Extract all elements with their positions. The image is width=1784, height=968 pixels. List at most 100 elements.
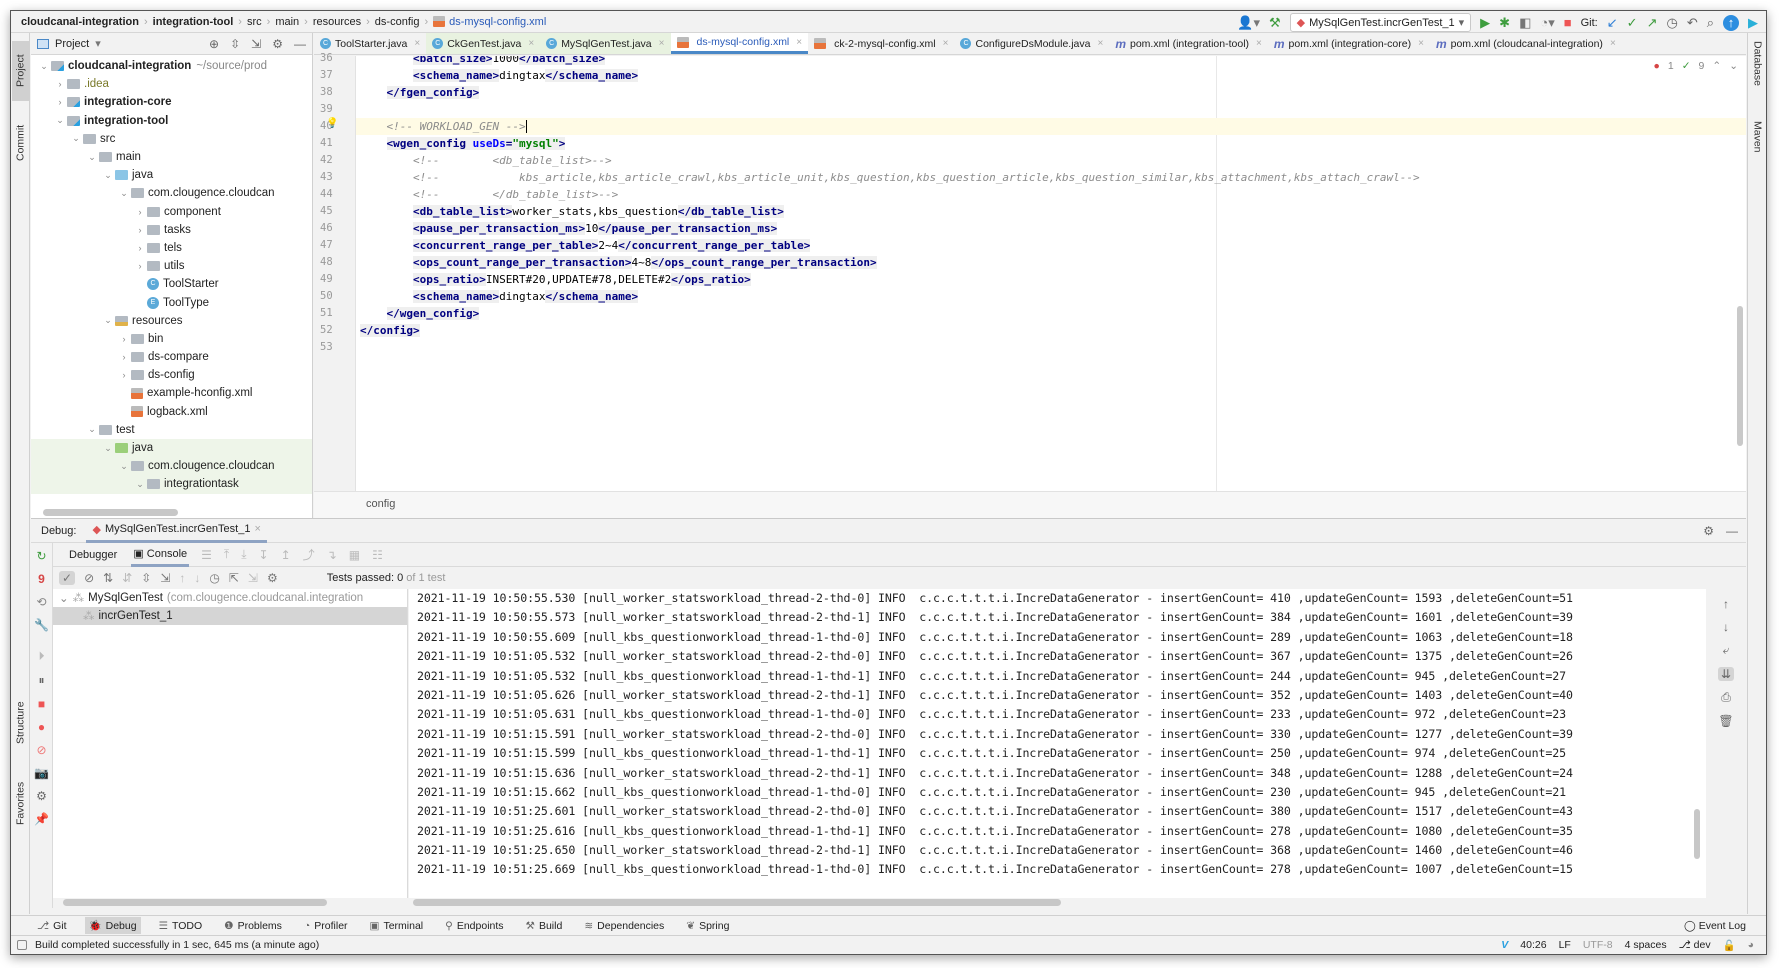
build-hammer-icon[interactable]: ⚒ [1269, 15, 1281, 31]
import-tests-icon[interactable]: ⇱ [229, 571, 239, 585]
tree-node[interactable]: ⌄ main [31, 148, 312, 166]
tree-node[interactable]: ⌄ integration-tool [31, 112, 312, 130]
trash-icon[interactable]: 🗑 [1718, 714, 1733, 728]
project-view-select[interactable]: Project [55, 38, 89, 50]
horizontal-scrollbar[interactable] [43, 509, 178, 516]
editor-tab[interactable]: C CkGenTest.java × [426, 33, 541, 54]
tree-node[interactable]: example-hconfig.xml [31, 384, 312, 402]
show-passed-icon[interactable]: ✓ [59, 571, 76, 585]
code-line[interactable]: <db_table_list>worker_stats,kbs_question… [356, 203, 1746, 220]
code-line[interactable]: </wgen_config> [356, 305, 1746, 322]
tree-node[interactable]: › ds-config [31, 366, 312, 384]
wrench-icon[interactable]: 🔧 [34, 618, 49, 632]
previous-failed-icon[interactable]: ↑ [179, 571, 185, 585]
tool-window-dependencies[interactable]: ≋ Dependencies [580, 918, 668, 934]
run-to-cursor-icon[interactable]: ↴ [327, 548, 337, 562]
editor-tab[interactable]: m pom.xml (integration-tool) × [1109, 33, 1268, 54]
scroll-up-icon[interactable]: ↑ [1723, 597, 1729, 611]
tree-node[interactable]: C ToolStarter [31, 275, 312, 293]
test-settings-icon[interactable]: ⚙ [267, 571, 278, 585]
inspector-icon[interactable]: ◕ [1748, 939, 1754, 951]
user-icon[interactable]: 👤▾ [1237, 15, 1260, 31]
tool-window-endpoints[interactable]: ⚲ Endpoints [441, 918, 507, 934]
show-ignored-icon[interactable]: ⊘ [84, 571, 94, 585]
step-into-icon[interactable]: ↧ [259, 548, 269, 562]
close-icon[interactable]: × [1256, 38, 1262, 49]
tree-node[interactable]: ⌄ cloudcanal-integration ~/source/prod [31, 57, 312, 75]
show-execution-point-icon[interactable]: ⤒ [224, 547, 229, 562]
tree-node[interactable]: › utils [31, 257, 312, 275]
view-breakpoints-icon[interactable]: ● [38, 720, 45, 734]
run-configuration-select[interactable]: ◆ MySqlGenTest.incrGenTest_1 ▾ [1289, 13, 1472, 32]
code-line[interactable]: <schema_name>dingtax</schema_name> [356, 288, 1746, 305]
test-history-icon[interactable]: ◷ [209, 571, 219, 585]
tool-window-terminal[interactable]: ▣ Terminal [366, 918, 428, 934]
gear-icon[interactable]: ⚙ [272, 37, 283, 51]
close-icon[interactable]: × [1610, 38, 1616, 49]
scroll-to-end-icon[interactable]: ⇊ [1717, 667, 1735, 681]
tree-node[interactable]: › tasks [31, 221, 312, 239]
structure-tool-tab[interactable]: Structure [12, 688, 29, 758]
commit-tool-tab[interactable]: Commit [12, 113, 29, 173]
chevron-right-icon[interactable]: › [133, 225, 147, 235]
debug-icon[interactable]: ✱ [1499, 15, 1510, 31]
tool-window-todo[interactable]: ☰ TODO [155, 918, 207, 934]
chevron-down-icon[interactable]: ⌄ [85, 152, 99, 163]
tree-node[interactable]: logback.xml [31, 403, 312, 421]
toggle-auto-test-icon[interactable]: ⟲ [36, 595, 46, 609]
chevron-right-icon[interactable]: › [133, 261, 147, 271]
git-update-icon[interactable]: ↙ [1607, 15, 1618, 31]
breadcrumb-item[interactable]: resources [313, 16, 361, 28]
editor-tab[interactable]: ck-2-mysql-config.xml × [808, 33, 954, 54]
tab-console[interactable]: ▣ Console [131, 543, 190, 567]
git-push-icon[interactable]: ↗ [1647, 15, 1658, 31]
stop-icon[interactable]: ■ [1564, 15, 1572, 31]
layout-icon[interactable]: ☰ [201, 548, 212, 562]
chevron-down-icon[interactable]: ⌄ [69, 133, 83, 144]
code-line[interactable]: <!-- </db_table_list>--> [356, 186, 1746, 203]
export-tests-icon[interactable]: ⇲ [248, 571, 258, 585]
expand-all-icon[interactable]: ⇳ [230, 37, 240, 51]
chevron-down-icon[interactable]: ⌄ [117, 188, 131, 199]
trace-icon[interactable]: ☷ [372, 548, 383, 562]
file-encoding[interactable]: UTF-8 [1583, 939, 1613, 951]
test-node[interactable]: ⁂ incrGenTest_1 [53, 607, 407, 625]
maven-tool-tab[interactable]: Maven [1749, 121, 1766, 181]
tree-node[interactable]: › tels [31, 239, 312, 257]
tree-node[interactable]: ⌄ src [31, 130, 312, 148]
hide-icon[interactable]: — [294, 37, 306, 51]
console-horizontal-scrollbar[interactable] [413, 899, 1061, 906]
tool-window-problems[interactable]: ❶ Problems [220, 918, 286, 934]
console-vertical-scrollbar[interactable] [1694, 809, 1700, 859]
next-failed-icon[interactable]: ↓ [194, 571, 200, 585]
expand-all-icon[interactable]: ⇳ [141, 571, 151, 585]
camera-icon[interactable]: 📷 [34, 766, 49, 780]
step-out-icon[interactable]: ↥ [281, 548, 291, 562]
project-tool-tab[interactable]: Project [12, 41, 29, 101]
profiler-icon[interactable]: ◔▾ [1540, 15, 1554, 31]
tree-node[interactable]: ⌄ java [31, 438, 312, 458]
chevron-down-icon[interactable]: ⌄ [37, 61, 51, 72]
code-line[interactable]: <ops_ratio>INSERT#20,UPDATE#78,DELETE#2<… [356, 271, 1746, 288]
chevron-right-icon[interactable]: › [117, 370, 131, 380]
locate-icon[interactable]: ⊕ [209, 37, 219, 51]
sort-duration-icon[interactable]: ⇵ [122, 571, 132, 585]
lock-icon[interactable]: 🔓 [1723, 939, 1736, 952]
code-line[interactable]: <ops_count_range_per_transaction>4~8</op… [356, 254, 1746, 271]
tool-window-profiler[interactable]: ◔ Profiler [300, 918, 352, 934]
chevron-right-icon[interactable]: › [53, 97, 67, 107]
tab-debugger[interactable]: Debugger [67, 545, 119, 565]
code-line[interactable]: <!-- kbs_article,kbs_article_crawl,kbs_a… [356, 169, 1746, 186]
close-icon[interactable]: × [943, 38, 949, 49]
console-output[interactable]: 2021-11-19 10:50:55.530 [null_worker_sta… [409, 589, 1706, 898]
hide-icon[interactable]: — [1726, 524, 1738, 538]
pin-icon[interactable]: 📌 [34, 812, 49, 826]
line-separator[interactable]: LF [1559, 939, 1571, 951]
tree-node[interactable]: E ToolType [31, 293, 312, 311]
editor-tab[interactable]: m pom.xml (cloudcanal-integration) × [1430, 33, 1622, 54]
tool-window-spring[interactable]: ❦ Spring [682, 918, 733, 934]
settings-icon[interactable]: ⚙ [36, 789, 47, 803]
tree-node[interactable]: › ds-compare [31, 348, 312, 366]
code-line[interactable]: <schema_name>dingtax</schema_name> [356, 67, 1746, 84]
gear-icon[interactable]: ⚙ [1703, 524, 1714, 538]
